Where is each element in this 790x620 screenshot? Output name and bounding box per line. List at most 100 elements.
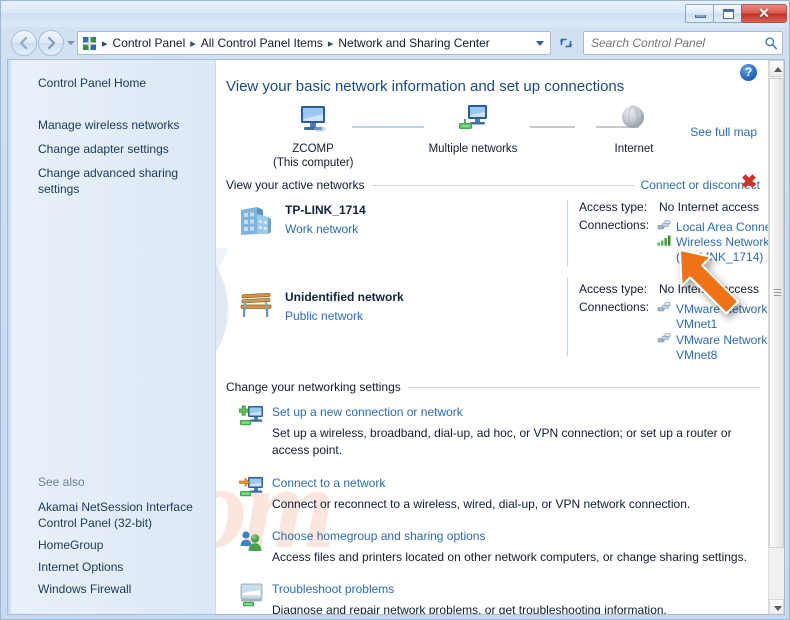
recent-pages-button[interactable] bbox=[64, 30, 77, 56]
forward-button[interactable] bbox=[38, 30, 64, 56]
office-building-icon bbox=[237, 204, 273, 243]
chevron-up-icon bbox=[774, 67, 782, 72]
computer-icon bbox=[296, 104, 330, 134]
choose-homegroup-link[interactable]: Choose homegroup and sharing options bbox=[272, 529, 485, 543]
window-bottom-edge bbox=[1, 615, 790, 619]
window-body: 7 ris.com Control Panel Home Manage wire… bbox=[7, 59, 785, 615]
sidebar-home-group: Control Panel Home bbox=[8, 72, 215, 94]
header-rule bbox=[372, 185, 634, 186]
help-icon[interactable]: ? bbox=[740, 64, 757, 81]
sidebar-item-homegroup[interactable]: HomeGroup bbox=[8, 534, 216, 556]
search-icon bbox=[764, 36, 778, 50]
back-arrow-icon bbox=[17, 36, 31, 50]
active-networks-heading: View your active networks bbox=[226, 178, 365, 192]
breadcrumb-item-all-control-panel-items[interactable]: All Control Panel Items bbox=[198, 34, 326, 52]
breadcrumb[interactable]: Control Panel All Control Panel Items Ne… bbox=[77, 31, 551, 55]
sidebar: Control Panel Home Manage wireless netwo… bbox=[8, 60, 216, 615]
network-map-node-computer[interactable]: ZCOMP (This computer) bbox=[273, 104, 353, 170]
connect-to-network-description: Connect or reconnect to a wireless, wire… bbox=[272, 496, 752, 513]
new-connection-icon bbox=[239, 404, 265, 435]
connection-link-local-area-connection[interactable]: Local Area Connection bbox=[676, 220, 769, 234]
sidebar-item-change-advanced-sharing-settings[interactable]: Change advanced sharing settings bbox=[8, 161, 215, 201]
refresh-button[interactable] bbox=[555, 32, 577, 54]
sidebar-item-internet-options[interactable]: Internet Options bbox=[8, 556, 216, 578]
breadcrumb-separator-0 bbox=[100, 37, 110, 50]
sidebar-see-also-group: See also Akamai NetSession Interface Con… bbox=[8, 475, 216, 600]
active-network-row-unidentified: Unidentified network Public network Acce… bbox=[217, 282, 769, 360]
network-map-node-internet[interactable]: Internet bbox=[589, 104, 679, 156]
sidebar-item-windows-firewall[interactable]: Windows Firewall bbox=[8, 578, 216, 600]
connection-link-wireless-network-connection[interactable]: Wireless Network Connection bbox=[676, 235, 769, 249]
scrollbar-down-button[interactable] bbox=[769, 599, 784, 615]
maximize-button[interactable] bbox=[713, 4, 742, 23]
access-type-value-tp-link: No Internet access bbox=[659, 200, 759, 214]
park-bench-icon bbox=[237, 290, 275, 325]
globe-icon bbox=[619, 104, 649, 134]
network-map: ZCOMP (This computer) Mul bbox=[217, 104, 769, 174]
sidebar-item-akamai-netsession-interface[interactable]: Akamai NetSession Interface Control Pane… bbox=[8, 496, 216, 534]
close-icon: ✕ bbox=[742, 5, 786, 22]
network-type-link-unidentified[interactable]: Public network bbox=[285, 309, 363, 323]
connections-label-unidentified: Connections: bbox=[579, 300, 649, 314]
breadcrumb-separator-1[interactable] bbox=[188, 37, 198, 50]
back-button[interactable] bbox=[11, 30, 37, 56]
scrollbar-up-button[interactable] bbox=[769, 60, 784, 77]
network-name-unidentified: Unidentified network bbox=[285, 290, 404, 304]
network-details-divider bbox=[567, 278, 568, 356]
connection-link-vmware-adapter-1[interactable]: VMware Network Adapter bbox=[676, 302, 769, 316]
connection-link-vmnet1[interactable]: VMnet1 bbox=[676, 317, 717, 331]
minimize-icon bbox=[695, 15, 706, 18]
header-rule bbox=[408, 387, 760, 388]
sidebar-item-manage-wireless-networks[interactable]: Manage wireless networks bbox=[8, 113, 215, 137]
forward-arrow-icon bbox=[44, 36, 58, 50]
connection-ssid-tp-link[interactable]: (TP-LINK_1714) bbox=[676, 248, 763, 266]
active-networks-header: View your active networks Connect or dis… bbox=[226, 178, 760, 192]
connection-link-vmware-adapter-2[interactable]: VMware Network Adapter bbox=[676, 333, 769, 347]
breadcrumb-item-control-panel[interactable]: Control Panel bbox=[110, 34, 189, 52]
network-map-internet-label: Internet bbox=[589, 142, 679, 156]
homegroup-icon bbox=[239, 529, 265, 560]
control-panel-icon bbox=[82, 36, 97, 51]
sidebar-tasks-group: Manage wireless networks Change adapter … bbox=[8, 113, 215, 201]
networking-settings-header: Change your networking settings bbox=[226, 380, 760, 394]
connection-link-ssid[interactable]: (TP-LINK_1714) bbox=[676, 250, 763, 264]
troubleshoot-problems-description: Diagnose and repair network problems, or… bbox=[272, 602, 752, 615]
access-type-label-tp-link: Access type: bbox=[579, 200, 647, 214]
search-box[interactable] bbox=[583, 31, 783, 55]
search-input[interactable] bbox=[591, 36, 764, 50]
network-map-node-multiple-networks[interactable]: Multiple networks bbox=[409, 104, 537, 156]
breadcrumb-separator-2[interactable] bbox=[326, 37, 336, 50]
connection-name-vmnet8[interactable]: VMnet8 bbox=[676, 346, 717, 364]
vertical-scrollbar[interactable] bbox=[768, 60, 784, 615]
lan-icon bbox=[657, 300, 671, 318]
chevron-down-icon[interactable] bbox=[532, 32, 548, 54]
network-map-link-2a bbox=[530, 126, 575, 128]
main-content: ? View your basic network information an… bbox=[217, 60, 769, 615]
scrollbar-thumb[interactable] bbox=[769, 78, 784, 548]
access-type-value-unidentified: No Internet access bbox=[659, 282, 759, 296]
breadcrumb-item-network-and-sharing-center[interactable]: Network and Sharing Center bbox=[335, 34, 492, 52]
troubleshoot-icon bbox=[239, 582, 265, 613]
minimize-button[interactable] bbox=[685, 4, 714, 23]
disconnected-x-icon: ✖ bbox=[741, 171, 757, 194]
network-map-computer-sublabel: (This computer) bbox=[273, 156, 353, 170]
lan-icon bbox=[657, 331, 671, 349]
network-map-multiple-networks-label: Multiple networks bbox=[409, 142, 537, 156]
multiple-networks-icon bbox=[456, 104, 490, 134]
network-type-link-tp-link[interactable]: Work network bbox=[285, 222, 358, 236]
network-sharing-center-window: ✕ bbox=[0, 0, 790, 620]
connect-to-network-link[interactable]: Connect to a network bbox=[272, 476, 385, 490]
set-up-new-connection-link[interactable]: Set up a new connection or network bbox=[272, 405, 463, 419]
sidebar-item-control-panel-home[interactable]: Control Panel Home bbox=[8, 72, 215, 94]
sidebar-item-change-adapter-settings[interactable]: Change adapter settings bbox=[8, 137, 215, 161]
page-title: View your basic network information and … bbox=[226, 78, 624, 95]
access-type-label-unidentified: Access type: bbox=[579, 282, 647, 296]
connection-link-vmnet8[interactable]: VMnet8 bbox=[676, 348, 717, 362]
network-details-divider bbox=[567, 200, 568, 266]
see-also-title: See also bbox=[8, 475, 216, 496]
active-network-row-tp-link: TP-LINK_1714 Work network Access type: N… bbox=[217, 200, 769, 278]
window-controls: ✕ bbox=[686, 3, 787, 23]
troubleshoot-problems-link[interactable]: Troubleshoot problems bbox=[272, 582, 394, 596]
connect-network-icon bbox=[239, 475, 265, 506]
close-button[interactable]: ✕ bbox=[741, 4, 787, 23]
